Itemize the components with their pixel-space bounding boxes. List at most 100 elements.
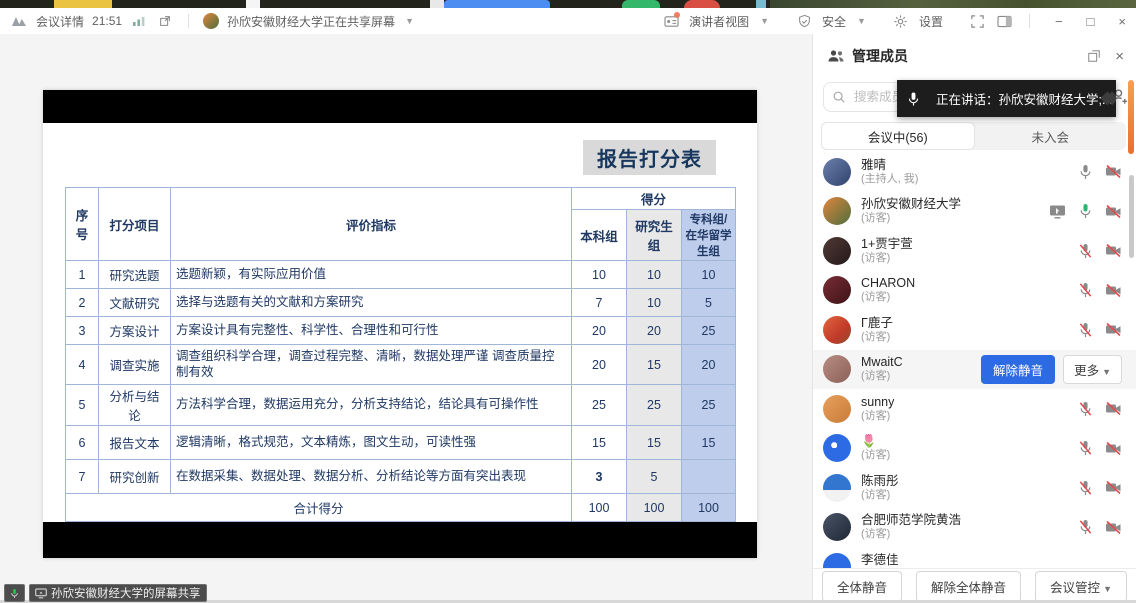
camera-off-icon[interactable] — [1105, 322, 1122, 337]
member-name: 1+贾宇萱 — [861, 237, 913, 252]
chevron-down-icon[interactable]: ▼ — [760, 16, 769, 26]
mic-muted-icon[interactable] — [1078, 282, 1093, 298]
camera-off-icon[interactable] — [1105, 401, 1122, 416]
camera-off-icon[interactable] — [1105, 441, 1122, 456]
screen-share-icon[interactable] — [1049, 204, 1066, 219]
member-name: 合肥师范学院黄浩 — [861, 513, 961, 528]
member-row[interactable]: 孙欣安徽财经大学 (访客) — [813, 192, 1136, 232]
chevron-down-icon[interactable]: ▼ — [857, 16, 866, 26]
camera-off-icon[interactable] — [1105, 283, 1122, 298]
cell-no: 2 — [66, 289, 99, 317]
unmute-all-button[interactable]: 解除全体静音 — [916, 571, 1021, 602]
close-panel-icon[interactable]: × — [1115, 49, 1124, 64]
settings-gear-icon[interactable] — [892, 12, 910, 30]
cell-grad: 15 — [627, 345, 682, 385]
mic-speaking-icon[interactable] — [1078, 203, 1093, 219]
sharing-status-text[interactable]: 孙欣安徽财经大学正在共享屏幕 — [227, 13, 395, 30]
cell-no: 7 — [66, 460, 99, 494]
slide-black-bar-top — [43, 90, 757, 123]
cell-item: 文献研究 — [99, 289, 171, 317]
meeting-control-button[interactable]: 会议管控▼ — [1035, 571, 1127, 602]
meeting-logo-icon — [10, 12, 28, 30]
member-row[interactable]: sunny (访客) — [813, 389, 1136, 429]
popout-panel-icon[interactable] — [1087, 49, 1101, 63]
member-role: (访客) — [861, 252, 913, 265]
member-row[interactable]: 李德佳 (访客) — [813, 547, 1136, 568]
cell-undergrad: 3 — [572, 460, 627, 494]
chevron-down-icon: ▼ — [1103, 584, 1112, 594]
panel-footer: 全体静音 解除全体静音 会议管控▼ — [813, 568, 1136, 603]
avatar — [823, 158, 851, 186]
divider — [188, 14, 189, 28]
meeting-details-link[interactable]: 会议详情 — [36, 13, 84, 30]
slide-title: 报告打分表 — [583, 140, 716, 175]
member-row[interactable]: CHARON (访客) — [813, 271, 1136, 311]
camera-off-icon[interactable] — [1105, 520, 1122, 535]
popout-window-icon[interactable] — [156, 12, 174, 30]
member-row[interactable]: 合肥师范学院黄浩 (访客) — [813, 508, 1136, 548]
share-status-overlay[interactable]: 孙欣安徽财经大学的屏幕共享 — [4, 584, 207, 602]
unmute-button[interactable]: 解除静音 — [981, 355, 1055, 384]
member-name: CHARON — [861, 276, 915, 291]
avatar — [823, 474, 851, 502]
col-header-score: 得分 — [572, 188, 736, 210]
cell-college: 25 — [682, 385, 736, 426]
scrollbar-orange[interactable] — [1128, 80, 1134, 154]
watermark-logo: ◆◆ — [1100, 87, 1110, 108]
shared-screen-area: 报告打分表 序号 打分项目 评价指标 得分 本科组 研究生组 专科组/在华留学生… — [0, 34, 812, 603]
col-header-criteria: 评价指标 — [171, 188, 572, 261]
cell-college: 25 — [682, 317, 736, 345]
network-signal-icon — [130, 12, 148, 30]
tab-not-joined[interactable]: 未入会 — [975, 122, 1127, 150]
mic-chip[interactable] — [4, 584, 25, 602]
mute-all-button[interactable]: 全体静音 — [822, 571, 902, 602]
more-button[interactable]: 更多▼ — [1063, 355, 1122, 384]
tab-in-meeting[interactable]: 会议中(56) — [821, 122, 975, 150]
cell-item: 研究创新 — [99, 460, 171, 494]
mic-muted-icon[interactable] — [1078, 322, 1093, 338]
member-row[interactable]: 雅晴 (主持人, 我) — [813, 152, 1136, 192]
member-row[interactable]: 🌷 (访客) — [813, 429, 1136, 469]
speaker-view-icon[interactable] — [662, 12, 680, 30]
camera-off-icon[interactable] — [1105, 204, 1122, 219]
maximize-button[interactable]: □ — [1087, 14, 1095, 29]
share-label-chip[interactable]: 孙欣安徽财经大学的屏幕共享 — [29, 584, 207, 602]
mic-muted-icon[interactable] — [1078, 519, 1093, 535]
minimize-button[interactable]: − — [1055, 14, 1063, 29]
cell-criteria: 调查组织科学合理，调查过程完整、清晰，数据处理严谨 调查质量控制有效 — [171, 345, 572, 385]
security-shield-icon[interactable] — [795, 12, 813, 30]
desktop-fragment — [684, 0, 720, 8]
col-header-undergrad: 本科组 — [572, 210, 627, 261]
camera-off-icon[interactable] — [1105, 480, 1122, 495]
member-tabs: 会议中(56) 未入会 — [821, 122, 1126, 150]
mic-muted-icon[interactable] — [1078, 243, 1093, 259]
member-row[interactable]: 陈雨彤 (访客) — [813, 468, 1136, 508]
scrollbar-thumb[interactable] — [1129, 175, 1134, 258]
speaker-view-button[interactable]: 演讲者视图 — [689, 13, 749, 30]
cell-criteria: 方法科学合理，数据运用充分，分析支持结论，结论具有可操作性 — [171, 385, 572, 426]
meeting-timer: 21:51 — [92, 14, 122, 28]
member-row[interactable]: Γ鹿子 (访客) — [813, 310, 1136, 350]
chevron-down-icon[interactable]: ▼ — [405, 16, 414, 26]
mic-icon[interactable] — [1078, 164, 1093, 180]
mic-muted-icon[interactable] — [1078, 480, 1093, 496]
col-header-college: 专科组/在华留学生组 — [682, 210, 736, 261]
member-name: 孙欣安徽财经大学 — [861, 197, 961, 212]
member-name: Γ鹿子 — [861, 316, 893, 331]
member-row-hovered[interactable]: MwaitC (访客) 解除静音 更多▼ — [813, 350, 1136, 390]
member-role: (访客) — [861, 291, 915, 304]
member-name: sunny — [861, 395, 894, 410]
divider — [1029, 14, 1030, 28]
camera-off-icon[interactable] — [1105, 243, 1122, 258]
cell-criteria: 逻辑清晰，格式规范，文本精炼，图文生动，可读性强 — [171, 426, 572, 460]
camera-off-icon[interactable] — [1105, 164, 1122, 179]
side-panel-layout-icon[interactable] — [996, 12, 1014, 30]
table-row: 5 分析与结论 方法科学合理，数据运用充分，分析支持结论，结论具有可操作性 25… — [66, 385, 736, 426]
security-button[interactable]: 安全 — [822, 13, 846, 30]
member-row[interactable]: 1+贾宇萱 (访客) — [813, 231, 1136, 271]
mic-muted-icon[interactable] — [1078, 440, 1093, 456]
settings-button[interactable]: 设置 — [919, 13, 943, 30]
close-button[interactable]: × — [1118, 14, 1126, 29]
fullscreen-icon[interactable] — [969, 12, 987, 30]
mic-muted-icon[interactable] — [1078, 401, 1093, 417]
